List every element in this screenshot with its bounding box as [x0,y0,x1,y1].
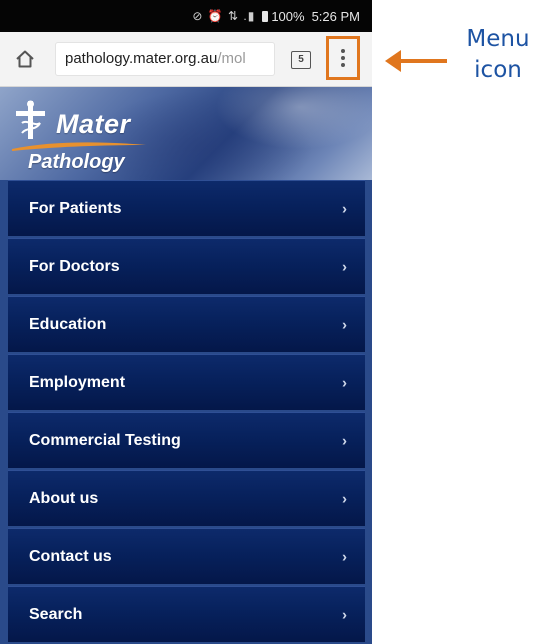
chevron-right-icon: › [342,316,347,333]
logo-pathology-text: Pathology [28,151,125,173]
nav-item-label: For Doctors [29,257,120,275]
status-icons: ⊘ ⏰ ⇅ .▮ [192,9,256,23]
url-domain: pathology.mater.org.au [65,50,218,67]
home-button[interactable] [8,44,42,74]
menu-dot-icon [341,49,345,53]
logo-mater-text: Mater [56,109,131,139]
chevron-right-icon: › [342,200,347,217]
menu-button[interactable] [326,36,360,80]
phone-screen: ⊘ ⏰ ⇅ .▮ 100% 5:26 PM pathology.mater.or… [0,0,372,644]
address-bar[interactable]: pathology.mater.org.au/mol [55,42,275,76]
nav-item-employment[interactable]: Employment › [8,354,365,410]
chevron-right-icon: › [342,258,347,275]
site-header: Mater Pathology [0,87,372,180]
url-path: /mol [217,50,246,67]
menu-dot-icon [341,56,345,60]
nav-item-label: Education [29,315,107,333]
nav-item-for-doctors[interactable]: For Doctors › [8,238,365,294]
annotation-arrow-icon [385,50,447,72]
tab-switcher-button[interactable]: 5 [291,51,311,69]
nav-item-label: About us [29,489,99,507]
nav-item-label: Employment [29,373,126,391]
mater-pathology-logo[interactable]: Mater Pathology [10,95,150,177]
battery-level: 100% [262,9,305,24]
battery-icon [262,10,269,22]
chevron-right-icon: › [342,432,347,449]
main-navigation: For Patients › For Doctors › Education ›… [0,180,372,644]
chevron-right-icon: › [342,606,347,623]
nav-item-label: Commercial Testing [29,431,181,449]
annotation-label: Menu icon [466,26,530,83]
nav-item-label: For Patients [29,199,122,217]
nav-item-about-us[interactable]: About us › [8,470,365,526]
chevron-right-icon: › [342,548,347,565]
nav-item-education[interactable]: Education › [8,296,365,352]
status-bar: ⊘ ⏰ ⇅ .▮ 100% 5:26 PM [0,0,372,32]
nav-item-label: Contact us [29,547,112,565]
nav-item-contact-us[interactable]: Contact us › [8,528,365,584]
browser-toolbar: pathology.mater.org.au/mol 5 [0,32,372,87]
clock: 5:26 PM [311,8,360,24]
menu-dot-icon [341,63,345,67]
chevron-right-icon: › [342,374,347,391]
nav-item-for-patients[interactable]: For Patients › [8,180,365,236]
cross-emblem-icon [16,100,45,139]
chevron-right-icon: › [342,490,347,507]
nav-item-label: Search [29,605,83,623]
home-icon [16,50,34,68]
nav-item-search[interactable]: Search › [8,586,365,642]
nav-item-commercial-testing[interactable]: Commercial Testing › [8,412,365,468]
